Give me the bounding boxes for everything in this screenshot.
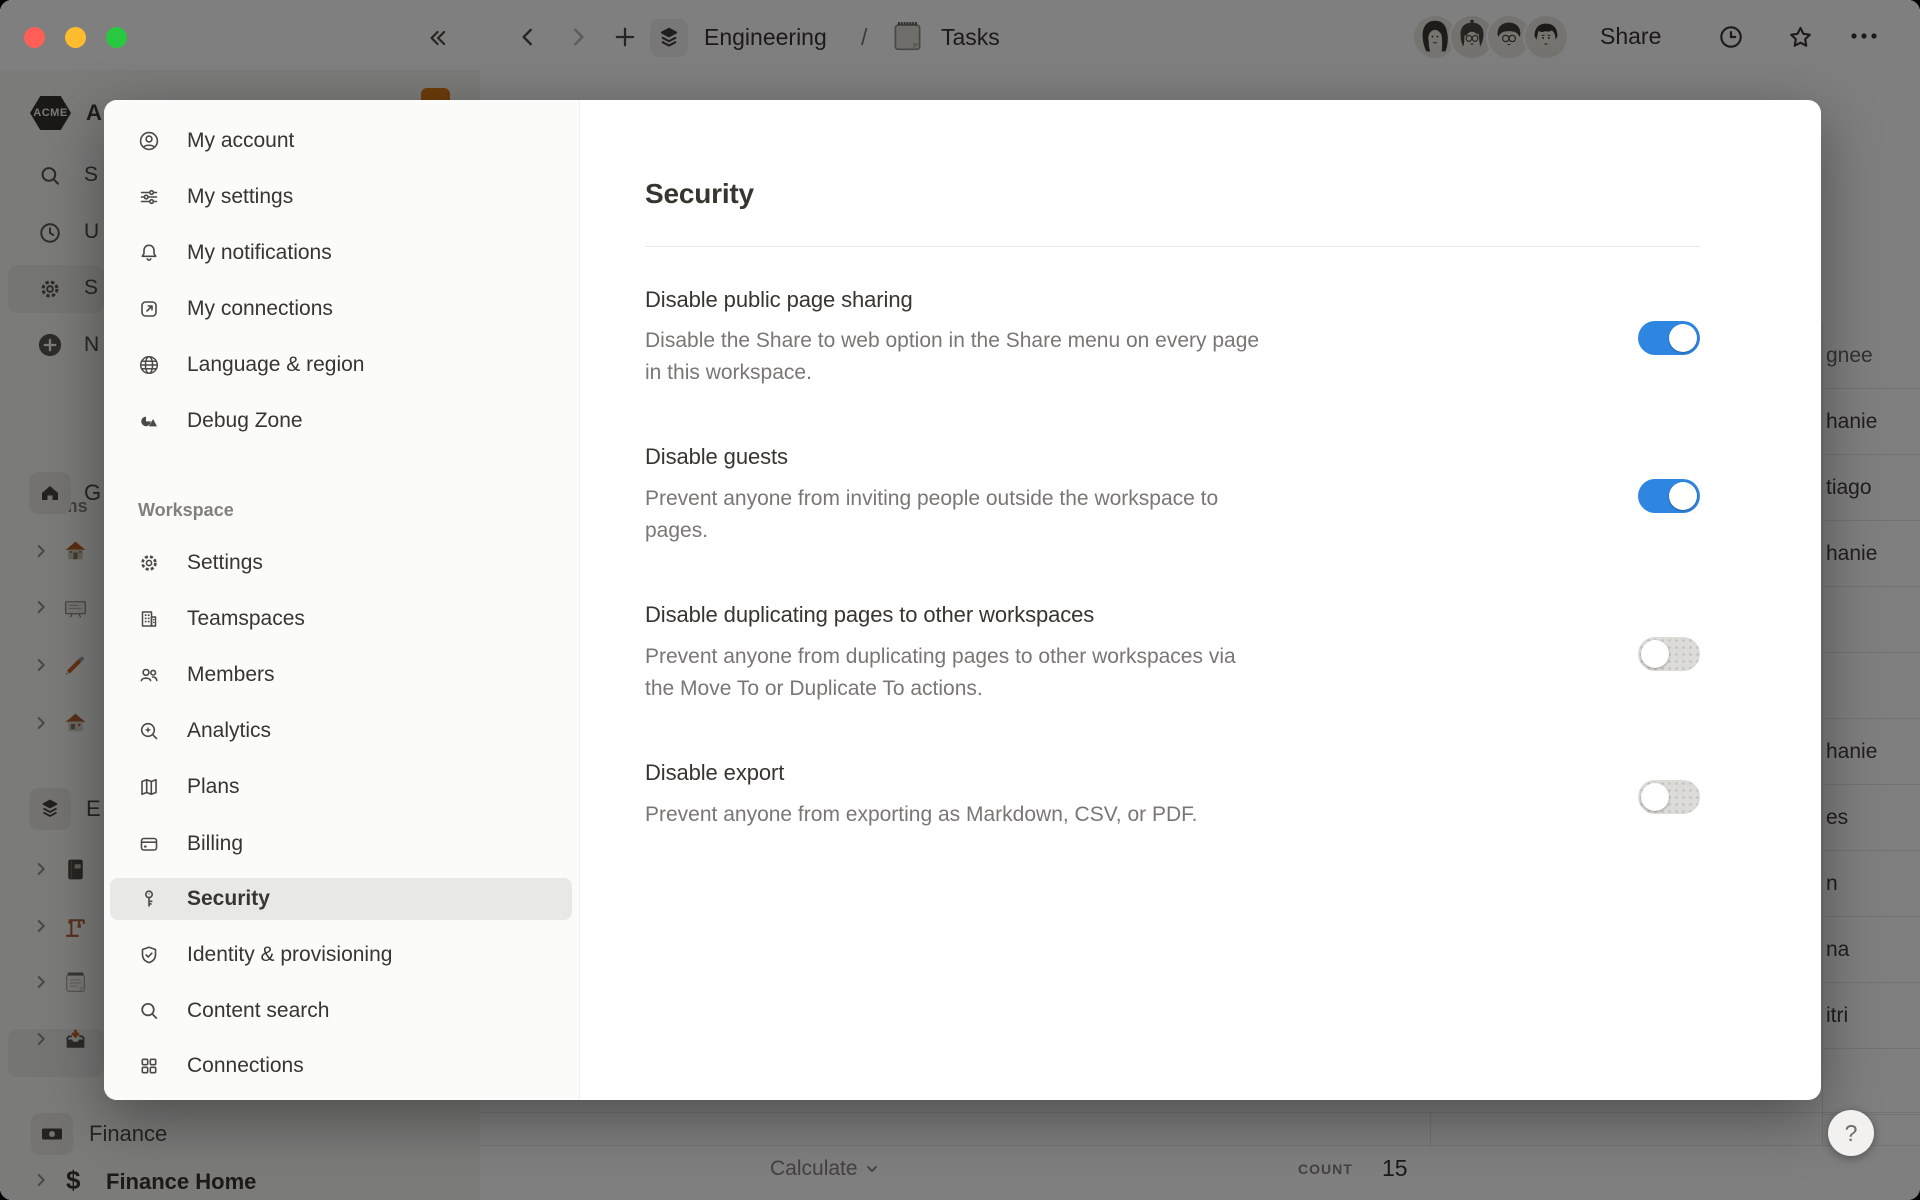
minimize-window-button[interactable] bbox=[65, 27, 86, 48]
setting-description: Prevent anyone from duplicating pages to… bbox=[645, 641, 1345, 705]
settings-sidebar-item-my-settings[interactable]: My settings bbox=[110, 176, 572, 218]
settings-sidebar-item-connections[interactable]: Connections bbox=[110, 1045, 572, 1087]
settings-sidebar-item-members[interactable]: Members bbox=[110, 654, 572, 696]
setting-title: Disable export bbox=[645, 758, 784, 788]
help-button[interactable]: ? bbox=[1828, 1110, 1874, 1156]
toggle-disable-duplicating-pages[interactable] bbox=[1638, 637, 1700, 671]
settings-sidebar-item-settings[interactable]: Settings bbox=[110, 542, 572, 584]
bell-icon bbox=[138, 242, 160, 264]
globe-icon bbox=[138, 354, 160, 376]
setting-description: Disable the Share to web option in the S… bbox=[645, 325, 1345, 389]
map-icon bbox=[138, 776, 160, 798]
setting-description: Prevent anyone from exporting as Markdow… bbox=[645, 799, 1345, 831]
search-sparkle-icon bbox=[138, 720, 160, 742]
settings-sidebar-item-debug-zone[interactable]: Debug Zone bbox=[110, 400, 572, 442]
toggle-knob bbox=[1669, 482, 1697, 510]
settings-sidebar-item-my-account[interactable]: My account bbox=[110, 120, 572, 162]
toggle-disable-guests[interactable] bbox=[1638, 479, 1700, 513]
gear-icon bbox=[138, 552, 160, 574]
toggle-disable-public-page-sharing[interactable] bbox=[1638, 321, 1700, 355]
shapes-icon bbox=[138, 410, 160, 432]
setting-title: Disable guests bbox=[645, 442, 788, 472]
setting-description: Prevent anyone from inviting people outs… bbox=[645, 483, 1345, 547]
settings-sidebar-item-my-notifications[interactable]: My notifications bbox=[110, 232, 572, 274]
settings-sidebar-item-analytics[interactable]: Analytics bbox=[110, 710, 572, 752]
building-icon bbox=[138, 608, 160, 630]
settings-sidebar-item-billing[interactable]: Billing bbox=[110, 823, 572, 865]
account-icon bbox=[138, 130, 160, 152]
shield-check-icon bbox=[138, 944, 160, 966]
close-window-button[interactable] bbox=[24, 27, 45, 48]
page-title: Security bbox=[645, 178, 754, 210]
credit-card-icon bbox=[138, 833, 160, 855]
settings-modal: My account My settings My notifications … bbox=[104, 100, 1821, 1100]
zoom-window-button[interactable] bbox=[106, 27, 127, 48]
setting-title: Disable public page sharing bbox=[645, 285, 913, 315]
settings-sidebar-item-content-search[interactable]: Content search bbox=[110, 990, 572, 1032]
settings-sidebar: My account My settings My notifications … bbox=[104, 100, 580, 1100]
toggle-knob bbox=[1669, 324, 1697, 352]
grid-icon bbox=[138, 1055, 160, 1077]
settings-sidebar-item-plans[interactable]: Plans bbox=[110, 766, 572, 808]
settings-sidebar-item-identity-provisioning[interactable]: Identity & provisioning bbox=[110, 934, 572, 976]
arrow-up-right-icon bbox=[138, 298, 160, 320]
people-icon bbox=[138, 664, 160, 686]
toggle-knob bbox=[1641, 640, 1669, 668]
title-divider bbox=[645, 246, 1700, 247]
toggle-knob bbox=[1641, 783, 1669, 811]
app-window: Engineering / Tasks Share ACME A S bbox=[0, 0, 1920, 1200]
sliders-icon bbox=[138, 186, 160, 208]
settings-sidebar-item-my-connections[interactable]: My connections bbox=[110, 288, 572, 330]
toggle-disable-export[interactable] bbox=[1638, 780, 1700, 814]
search-icon bbox=[138, 1000, 160, 1022]
settings-sidebar-item-teamspaces[interactable]: Teamspaces bbox=[110, 598, 572, 640]
settings-sidebar-item-language-region[interactable]: Language & region bbox=[110, 344, 572, 386]
settings-sidebar-item-security[interactable]: Security bbox=[110, 878, 572, 920]
workspace-section-header: Workspace bbox=[138, 500, 234, 521]
window-controls bbox=[24, 27, 127, 48]
key-icon bbox=[138, 888, 160, 910]
setting-title: Disable duplicating pages to other works… bbox=[645, 600, 1094, 630]
